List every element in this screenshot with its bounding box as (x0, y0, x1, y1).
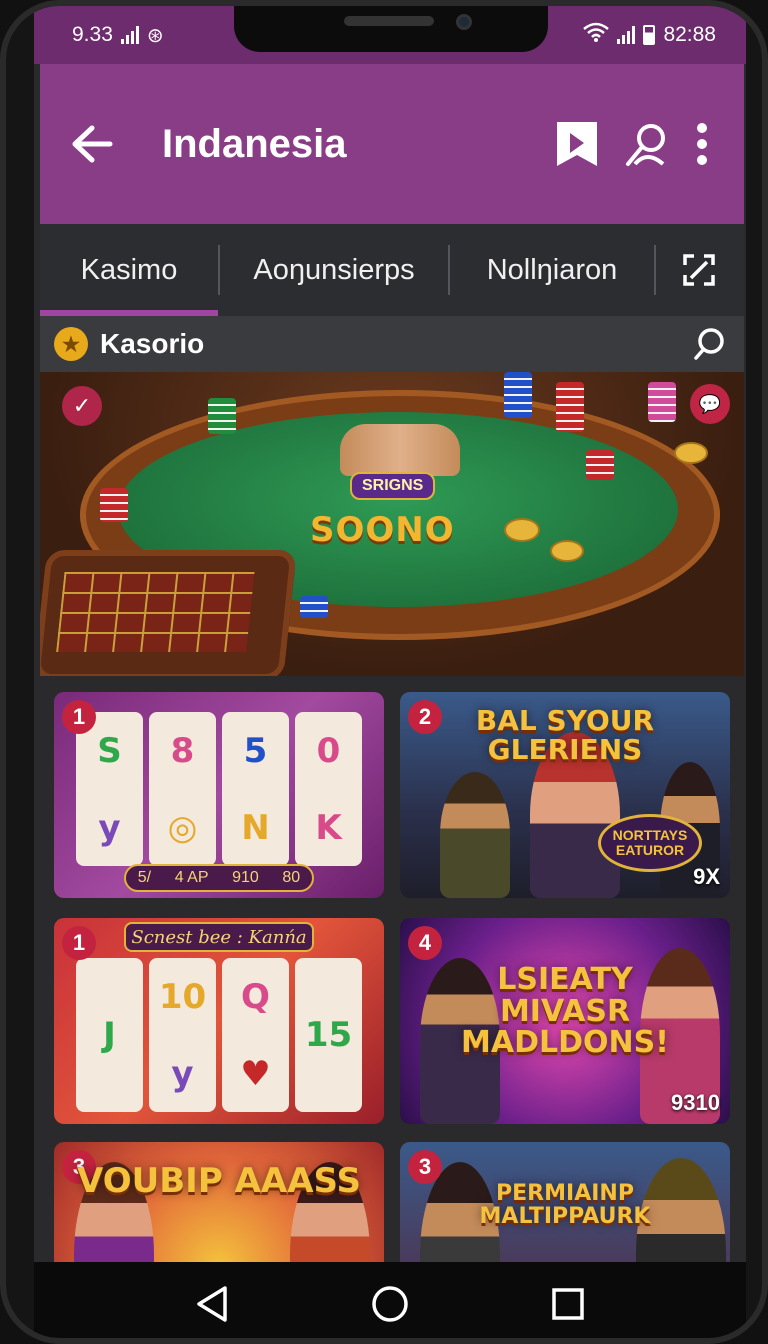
slot-reel: 8 ◎ (149, 712, 216, 866)
app-bar: Indanesia (40, 64, 744, 224)
nav-back-icon (197, 1285, 227, 1322)
rank-badge: 4 (408, 926, 442, 960)
nfc-icon: ⊛ (146, 24, 164, 47)
tab-nollniaron[interactable]: Nollŋiaron (450, 224, 654, 316)
payout-value: 5/ (137, 869, 152, 886)
section-title: Kasorio (100, 328, 205, 359)
expand-icon (683, 254, 715, 286)
slot-reel: Sy (76, 712, 143, 866)
hero-title: SOONO (310, 510, 455, 550)
chip-stack (586, 450, 614, 480)
more-options-button[interactable] (682, 114, 722, 174)
roulette-table (40, 550, 297, 676)
slot-reel: 0K (295, 712, 362, 866)
card-characters (340, 424, 460, 476)
game-card[interactable]: 2 BAL SYOUR GLERIENS NORTTAYS EATUROR 9X (400, 692, 730, 898)
back-arrow-icon (72, 125, 113, 163)
game-title: PERMIAINP MALTIPPAURK (479, 1181, 651, 1230)
status-left: 9.33 ⊛ (72, 23, 164, 48)
slot-reels: Sy 8 ◎ 5N 0K (76, 712, 362, 866)
phone-frame: 9.33 ⊛ 82:88 Indanesia Kasimo Aoŋunsierp… (0, 0, 768, 1344)
status-time: 9.33 (72, 23, 113, 46)
tab-label: Aoŋunsierps (253, 253, 415, 286)
tab-bar: Kasimo Aoŋunsierps Nollŋiaron (40, 224, 744, 316)
slot-reels: J 10 y Q ♥ 15 (76, 958, 362, 1112)
slot-reel: 15 (295, 958, 362, 1112)
slot-reel: J (76, 958, 143, 1112)
rank-badge: 1 (62, 700, 96, 734)
back-button[interactable] (62, 114, 122, 174)
chip-stack (556, 382, 584, 432)
game-card[interactable]: 1 Scnest bee : Kanńa J 10 y Q ♥ 15 (54, 918, 384, 1124)
tab-aogunsierps[interactable]: Aoŋunsierps (220, 224, 448, 316)
roulette-grid (56, 572, 255, 652)
status-right: 82:88 (583, 22, 716, 48)
rank-badge: 3 (408, 1150, 442, 1184)
payout-value: 4 AP (174, 869, 209, 886)
game-card[interactable]: 4 LSIEATY MIVASR MADLDONS! 9310 (400, 918, 730, 1124)
chip-stack (504, 372, 532, 418)
nav-back-button[interactable] (195, 1285, 229, 1328)
nav-recents-icon (552, 1287, 584, 1320)
nav-recents-button[interactable] (551, 1287, 585, 1326)
tab-kasimo[interactable]: Kasimo (40, 224, 218, 316)
bookmark-button[interactable] (542, 114, 612, 174)
camera-notch (234, 6, 548, 52)
rank-badge: 1 (62, 926, 96, 960)
expand-tabs-button[interactable] (656, 224, 742, 316)
character-figure (440, 772, 510, 898)
section-header: ★ Kasorio (40, 316, 744, 372)
chip-stack (100, 488, 128, 522)
game-title: LSIEATY MIVASR MADLDONS! (461, 962, 669, 1060)
cell-signal-icon (617, 26, 636, 44)
hero-banner[interactable]: SRIGNS SOONO ✓ 💬 (40, 372, 744, 676)
status-clock: 82:88 (663, 23, 716, 46)
signal-icon (120, 26, 139, 44)
wifi-icon (583, 22, 610, 48)
page-title: Indanesia (162, 121, 347, 166)
game-title: BAL SYOUR GLERIENS (475, 704, 655, 767)
jackpot-label: 9310 (671, 1090, 720, 1115)
front-camera (456, 14, 472, 30)
slot-reel: 10 y (149, 958, 216, 1112)
casino-coin-icon: ★ (54, 327, 88, 361)
search-icon (694, 328, 724, 360)
tab-label: Nollŋiaron (486, 253, 618, 286)
payout-bar: 5/ 4 AP 910 80 (124, 864, 314, 892)
gold-coin (504, 518, 540, 542)
speaker-grille (344, 16, 434, 26)
game-banner: Scnest bee : Kanńa (124, 922, 314, 952)
multiplier-label: 9X (693, 864, 720, 889)
payout-value: 910 (232, 869, 259, 886)
nav-home-icon (372, 1285, 408, 1322)
chat-badge-icon[interactable]: 💬 (690, 384, 730, 424)
chip-stack (208, 398, 236, 434)
feature-pill: NORTTAYS EATUROR (598, 814, 702, 872)
slot-reel: Q ♥ (222, 958, 289, 1112)
chevron-badge-icon: ✓ (62, 386, 102, 426)
hero-subtitle: SRIGNS (350, 472, 436, 500)
payout-value: 80 (282, 869, 301, 886)
system-nav-bar (34, 1262, 746, 1338)
account-search-button[interactable] (612, 114, 682, 174)
bookmark-icon (557, 122, 597, 166)
tab-label: Kasimo (80, 253, 178, 286)
battery-icon (643, 25, 656, 45)
gold-coin (674, 442, 708, 464)
game-card[interactable]: 1 Sy 8 ◎ 5N 0K 5/ 4 AP 910 80 (54, 692, 384, 898)
game-title: VOUBIP AAASS (77, 1161, 361, 1201)
nav-home-button[interactable] (371, 1285, 409, 1328)
chip-stack (648, 382, 676, 422)
gold-coin (550, 540, 584, 562)
more-vert-icon (697, 123, 707, 165)
screen: 9.33 ⊛ 82:88 Indanesia Kasimo Aoŋunsierp… (34, 6, 746, 1338)
slot-reel: 5N (222, 712, 289, 866)
chip-stack (300, 596, 328, 618)
search-button[interactable] (690, 324, 730, 364)
account-search-icon (626, 124, 665, 166)
